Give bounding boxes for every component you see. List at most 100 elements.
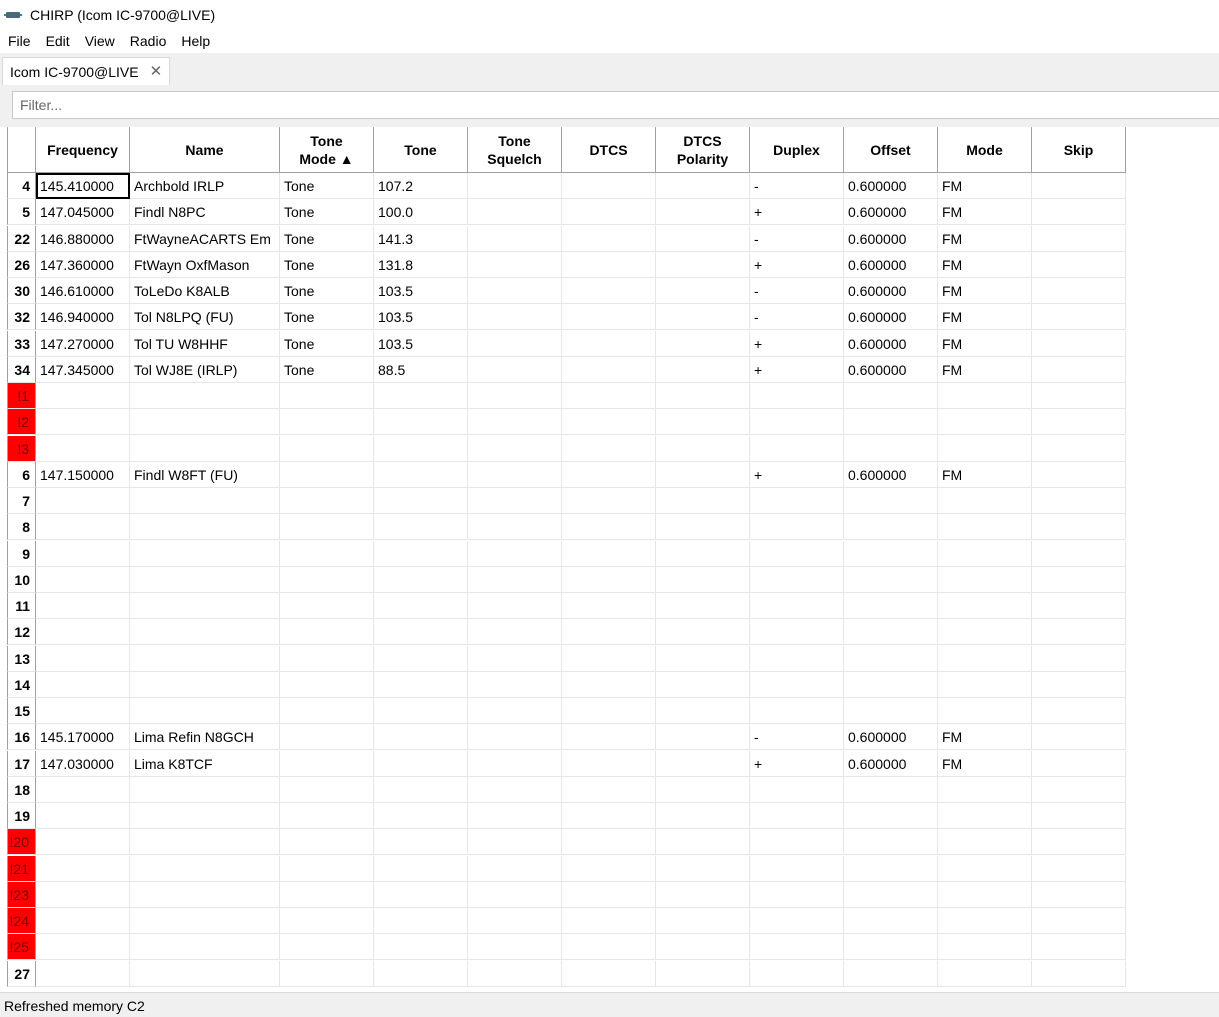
cell-tmode[interactable]: Tone <box>280 278 374 304</box>
grid-corner[interactable] <box>7 127 36 173</box>
cell-tone[interactable] <box>374 829 468 855</box>
cell-offset[interactable] <box>844 567 938 593</box>
cell-mode[interactable] <box>938 514 1032 540</box>
cell-name[interactable]: Tol N8LPQ (FU) <box>130 304 280 330</box>
cell-skip[interactable] <box>1032 777 1126 803</box>
table-row[interactable]: !1 <box>7 383 1126 409</box>
cell-skip[interactable] <box>1032 199 1126 225</box>
cell-dtcs[interactable] <box>562 226 656 252</box>
cell-tone[interactable] <box>374 856 468 882</box>
cell-name[interactable] <box>130 803 280 829</box>
row-header[interactable]: 6 <box>7 462 36 488</box>
row-header[interactable]: 10 <box>7 567 36 593</box>
table-row[interactable]: 14 <box>7 672 1126 698</box>
cell-skip[interactable] <box>1032 278 1126 304</box>
cell-name[interactable]: Lima Refin N8GCH <box>130 724 280 750</box>
cell-skip[interactable] <box>1032 567 1126 593</box>
close-icon[interactable]: ✕ <box>150 64 163 79</box>
cell-dtcspol[interactable] <box>656 409 750 435</box>
cell-tone[interactable] <box>374 409 468 435</box>
table-row[interactable]: 33 147.270000 Tol TU W8HHF Tone 103.5 +0.6000… <box>7 331 1126 357</box>
cell-tsql[interactable] <box>468 278 562 304</box>
cell-tsql[interactable] <box>468 672 562 698</box>
row-header-error[interactable]: !23 <box>7 882 36 908</box>
cell-mode[interactable]: FM <box>938 462 1032 488</box>
cell-offset[interactable] <box>844 619 938 645</box>
cell-name[interactable] <box>130 856 280 882</box>
cell-dtcspol[interactable] <box>656 803 750 829</box>
cell-dtcspol[interactable] <box>656 856 750 882</box>
cell-tmode[interactable]: Tone <box>280 304 374 330</box>
cell-tone[interactable]: 103.5 <box>374 278 468 304</box>
row-header-error[interactable]: !24 <box>7 908 36 934</box>
cell-freq[interactable] <box>36 646 130 672</box>
cell-duplex[interactable] <box>750 436 844 462</box>
cell-tone[interactable] <box>374 646 468 672</box>
cell-duplex[interactable] <box>750 488 844 514</box>
table-row[interactable]: 19 <box>7 803 1126 829</box>
cell-dtcspol[interactable] <box>656 961 750 987</box>
cell-tmode[interactable]: Tone <box>280 357 374 383</box>
cell-tmode[interactable] <box>280 803 374 829</box>
cell-freq[interactable]: 147.360000 <box>36 252 130 278</box>
cell-name[interactable]: FtWayneACARTS Em <box>130 226 280 252</box>
cell-offset[interactable] <box>844 698 938 724</box>
cell-offset[interactable] <box>844 672 938 698</box>
cell-tmode[interactable] <box>280 514 374 540</box>
cell-freq[interactable]: 146.940000 <box>36 304 130 330</box>
cell-tmode[interactable] <box>280 751 374 777</box>
cell-dtcspol[interactable] <box>656 541 750 567</box>
column-header-freq[interactable]: Frequency <box>36 127 130 173</box>
table-row[interactable]: !3 <box>7 436 1126 462</box>
cell-dtcs[interactable] <box>562 934 656 960</box>
column-header-skip[interactable]: Skip <box>1032 127 1126 173</box>
table-row[interactable]: 32 146.940000 Tol N8LPQ (FU) Tone 103.5 -0.60… <box>7 304 1126 330</box>
cell-offset[interactable] <box>844 541 938 567</box>
cell-tone[interactable] <box>374 698 468 724</box>
cell-freq[interactable] <box>36 908 130 934</box>
cell-duplex[interactable]: - <box>750 724 844 750</box>
menu-file[interactable]: File <box>0 33 38 49</box>
cell-duplex[interactable] <box>750 803 844 829</box>
cell-dtcspol[interactable] <box>656 173 750 199</box>
cell-dtcspol[interactable] <box>656 672 750 698</box>
cell-duplex[interactable] <box>750 514 844 540</box>
table-row[interactable]: 18 <box>7 777 1126 803</box>
cell-dtcs[interactable] <box>562 383 656 409</box>
table-row[interactable]: 26 147.360000 FtWayn OxfMason Tone 131.8 +0.6… <box>7 252 1126 278</box>
cell-name[interactable] <box>130 409 280 435</box>
cell-tmode[interactable] <box>280 436 374 462</box>
row-header-error[interactable]: !20 <box>7 829 36 855</box>
table-row[interactable]: 10 <box>7 567 1126 593</box>
cell-skip[interactable] <box>1032 619 1126 645</box>
table-row[interactable]: !24 <box>7 908 1126 934</box>
cell-offset[interactable] <box>844 514 938 540</box>
row-header-error[interactable]: !1 <box>7 383 36 409</box>
cell-offset[interactable]: 0.600000 <box>844 252 938 278</box>
cell-skip[interactable] <box>1032 908 1126 934</box>
cell-name[interactable]: FtWayn OxfMason <box>130 252 280 278</box>
cell-tmode[interactable] <box>280 672 374 698</box>
cell-duplex[interactable]: - <box>750 304 844 330</box>
cell-offset[interactable]: 0.600000 <box>844 278 938 304</box>
cell-duplex[interactable] <box>750 646 844 672</box>
column-header-tone[interactable]: Tone <box>374 127 468 173</box>
cell-tone[interactable]: 100.0 <box>374 199 468 225</box>
cell-name[interactable] <box>130 383 280 409</box>
cell-skip[interactable] <box>1032 646 1126 672</box>
cell-dtcspol[interactable] <box>656 908 750 934</box>
row-header[interactable]: 17 <box>7 751 36 777</box>
cell-freq[interactable] <box>36 698 130 724</box>
cell-mode[interactable]: FM <box>938 278 1032 304</box>
row-header[interactable]: 26 <box>7 252 36 278</box>
table-row[interactable]: 11 <box>7 593 1126 619</box>
cell-tsql[interactable] <box>468 383 562 409</box>
cell-tone[interactable] <box>374 803 468 829</box>
cell-duplex[interactable]: + <box>750 462 844 488</box>
table-row[interactable]: 4 145.410000 Archbold IRLP Tone 107.2 -0.6000… <box>7 173 1126 199</box>
cell-tone[interactable]: 131.8 <box>374 252 468 278</box>
cell-tsql[interactable] <box>468 331 562 357</box>
cell-mode[interactable] <box>938 488 1032 514</box>
column-header-tmode[interactable]: Tone Mode ▲ <box>280 127 374 173</box>
cell-name[interactable] <box>130 698 280 724</box>
